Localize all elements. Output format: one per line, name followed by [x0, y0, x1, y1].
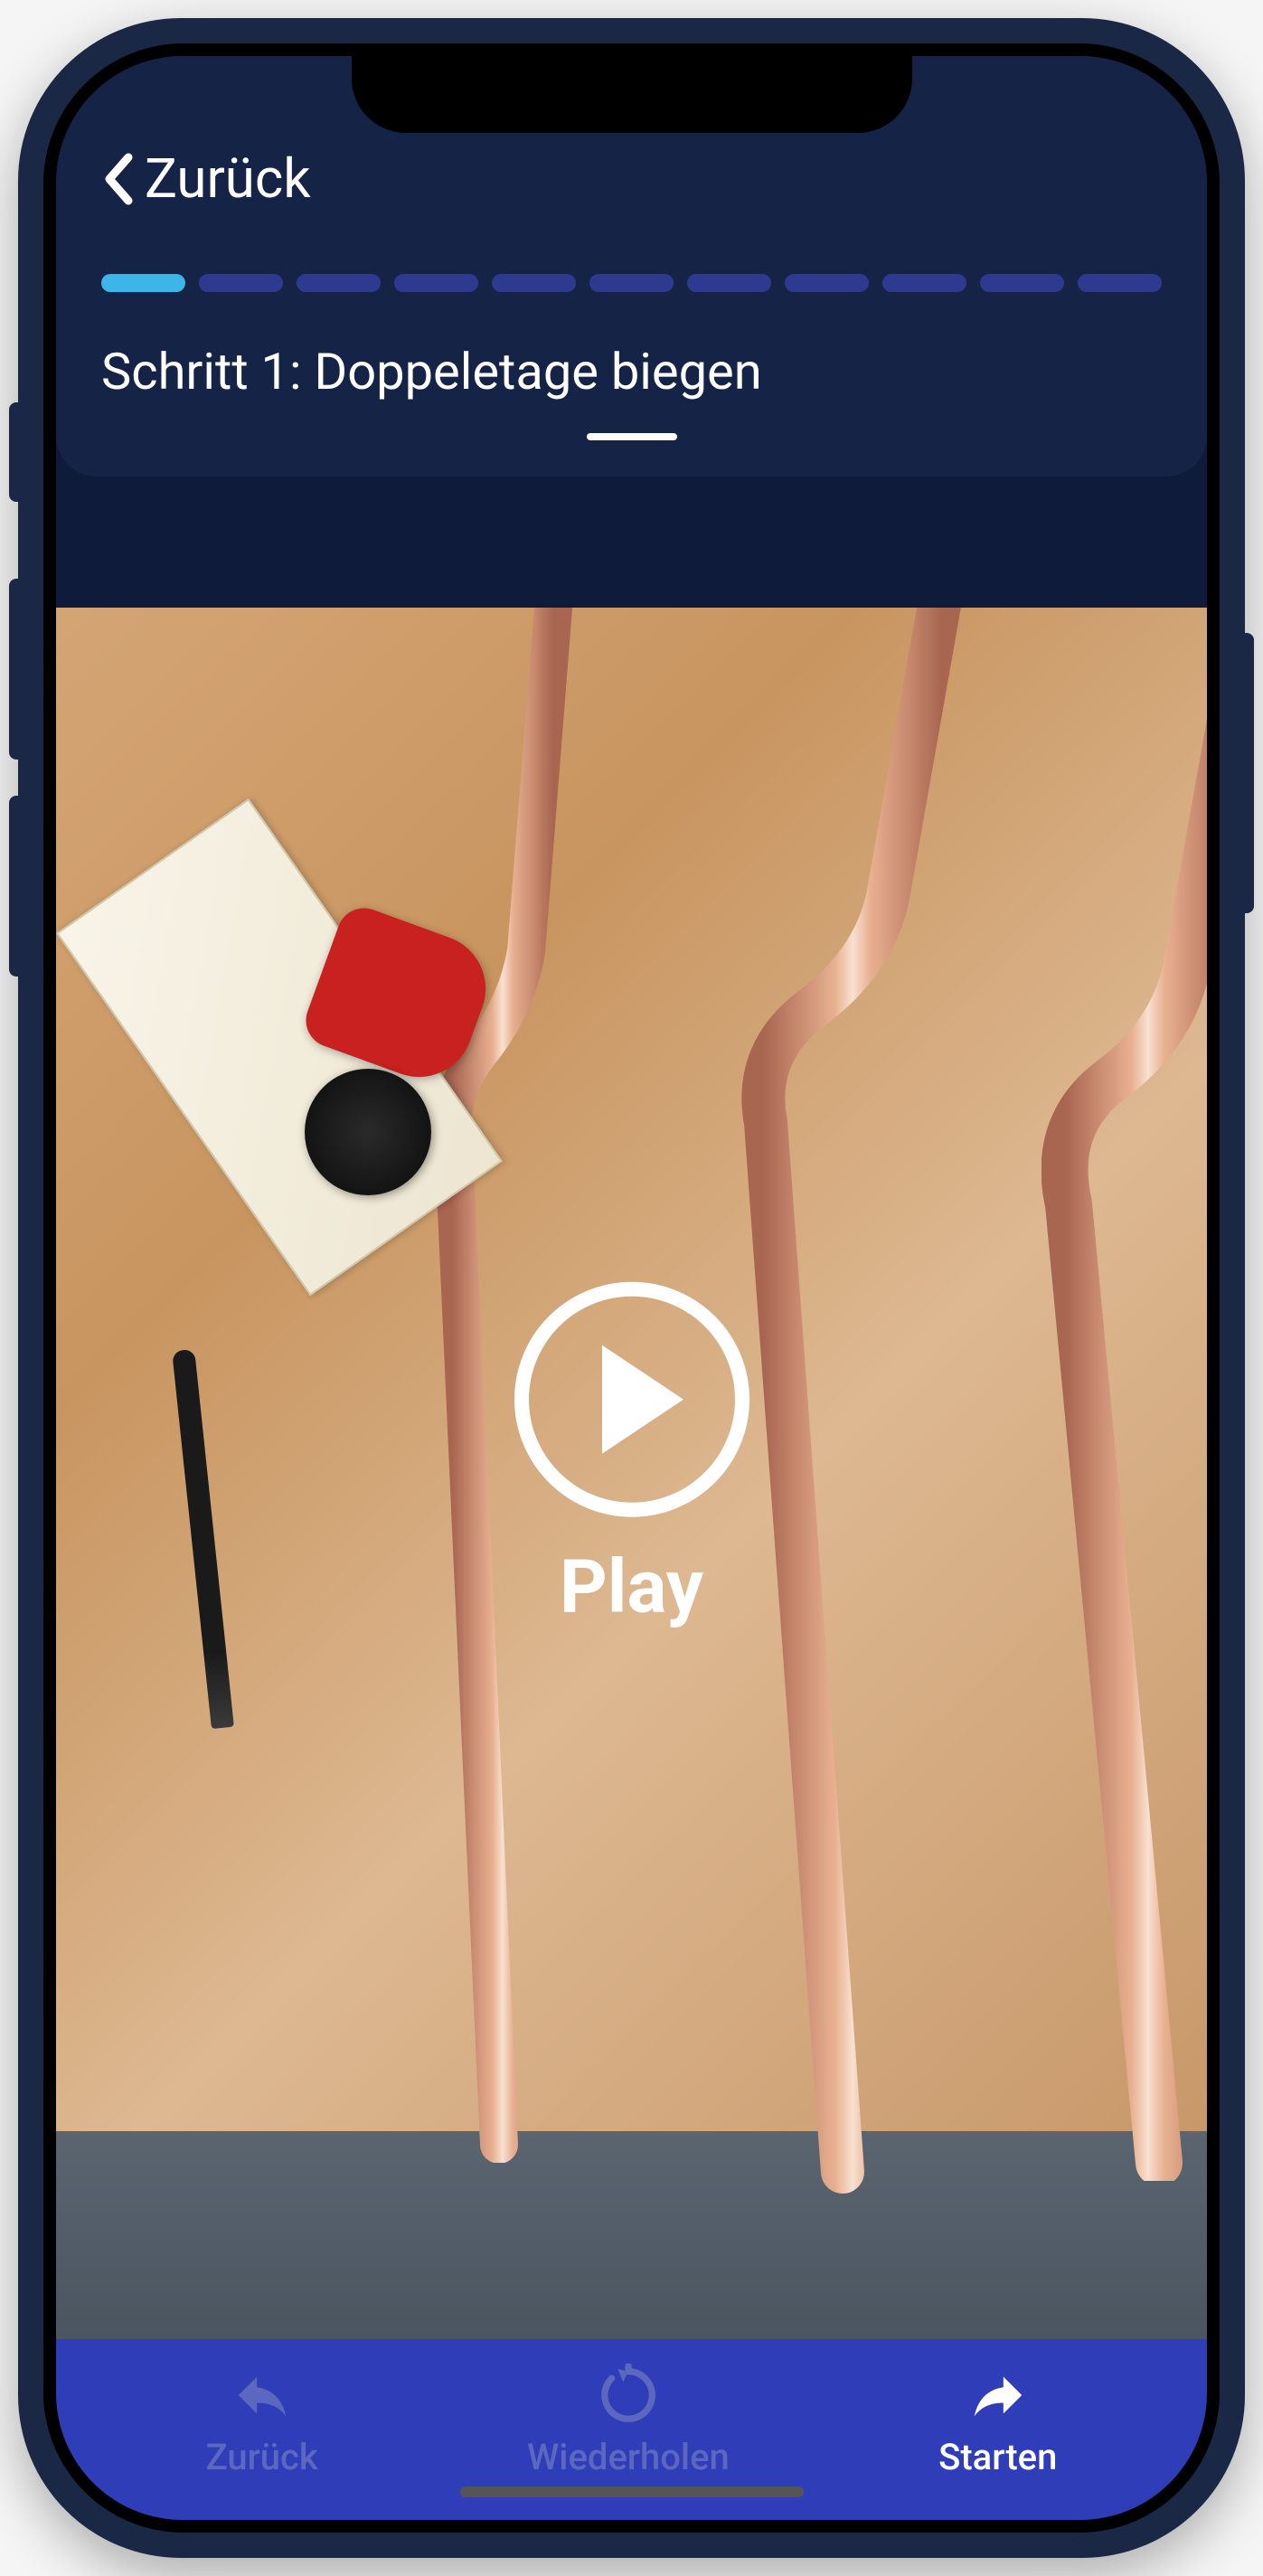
progress-bar [101, 274, 1162, 292]
nav-back-label: Zurück [206, 2436, 318, 2478]
play-icon [514, 1281, 749, 1516]
phone-notch [352, 56, 912, 133]
nav-back-button[interactable]: Zurück [206, 2364, 318, 2478]
progress-segment[interactable] [980, 274, 1064, 292]
progress-segment[interactable] [492, 274, 576, 292]
progress-segment[interactable] [882, 274, 966, 292]
phone-device-frame: Zurück Schritt 1: Doppelet [18, 18, 1245, 2558]
copper-pipe-illustration [734, 608, 1005, 2199]
refresh-icon [597, 2364, 660, 2427]
phone-volume-down-button [9, 796, 20, 977]
phone-inner-bezel: Zurück Schritt 1: Doppelet [43, 43, 1220, 2533]
nav-repeat-label: Wiederholen [527, 2436, 730, 2478]
progress-segment[interactable] [101, 274, 185, 292]
progress-segment[interactable] [687, 274, 771, 292]
video-player-area[interactable]: Play [56, 608, 1207, 2339]
copper-pipe-illustration [1042, 716, 1207, 2181]
progress-segment[interactable] [1078, 274, 1162, 292]
progress-segment[interactable] [199, 274, 283, 292]
phone-side-button [9, 402, 20, 502]
back-button-label: Zurück [145, 146, 311, 211]
drag-handle[interactable] [587, 433, 677, 440]
progress-segment[interactable] [297, 274, 381, 292]
play-triangle-icon [602, 1345, 683, 1453]
step-title: Schritt 1: Doppeletage biegen [101, 342, 1162, 401]
phone-volume-up-button [9, 579, 20, 760]
home-indicator[interactable] [460, 2486, 804, 2497]
phone-power-button [1243, 633, 1254, 913]
reply-arrow-icon [231, 2364, 294, 2427]
video-bg-floor [56, 2131, 1207, 2339]
play-button[interactable]: Play [514, 1281, 749, 1630]
nav-start-label: Starten [938, 2436, 1057, 2478]
chevron-left-icon [101, 152, 134, 206]
play-button-label: Play [560, 1543, 703, 1630]
pipe-cutter-knob-illustration [305, 1069, 431, 1195]
nav-repeat-button[interactable]: Wiederholen [527, 2364, 730, 2478]
nav-start-button[interactable]: Starten [938, 2364, 1057, 2478]
progress-segment[interactable] [394, 274, 478, 292]
progress-segment[interactable] [785, 274, 869, 292]
forward-arrow-icon [966, 2364, 1030, 2427]
progress-segment[interactable] [589, 274, 674, 292]
phone-screen: Zurück Schritt 1: Doppelet [56, 56, 1207, 2520]
back-button[interactable]: Zurück [101, 146, 1162, 211]
